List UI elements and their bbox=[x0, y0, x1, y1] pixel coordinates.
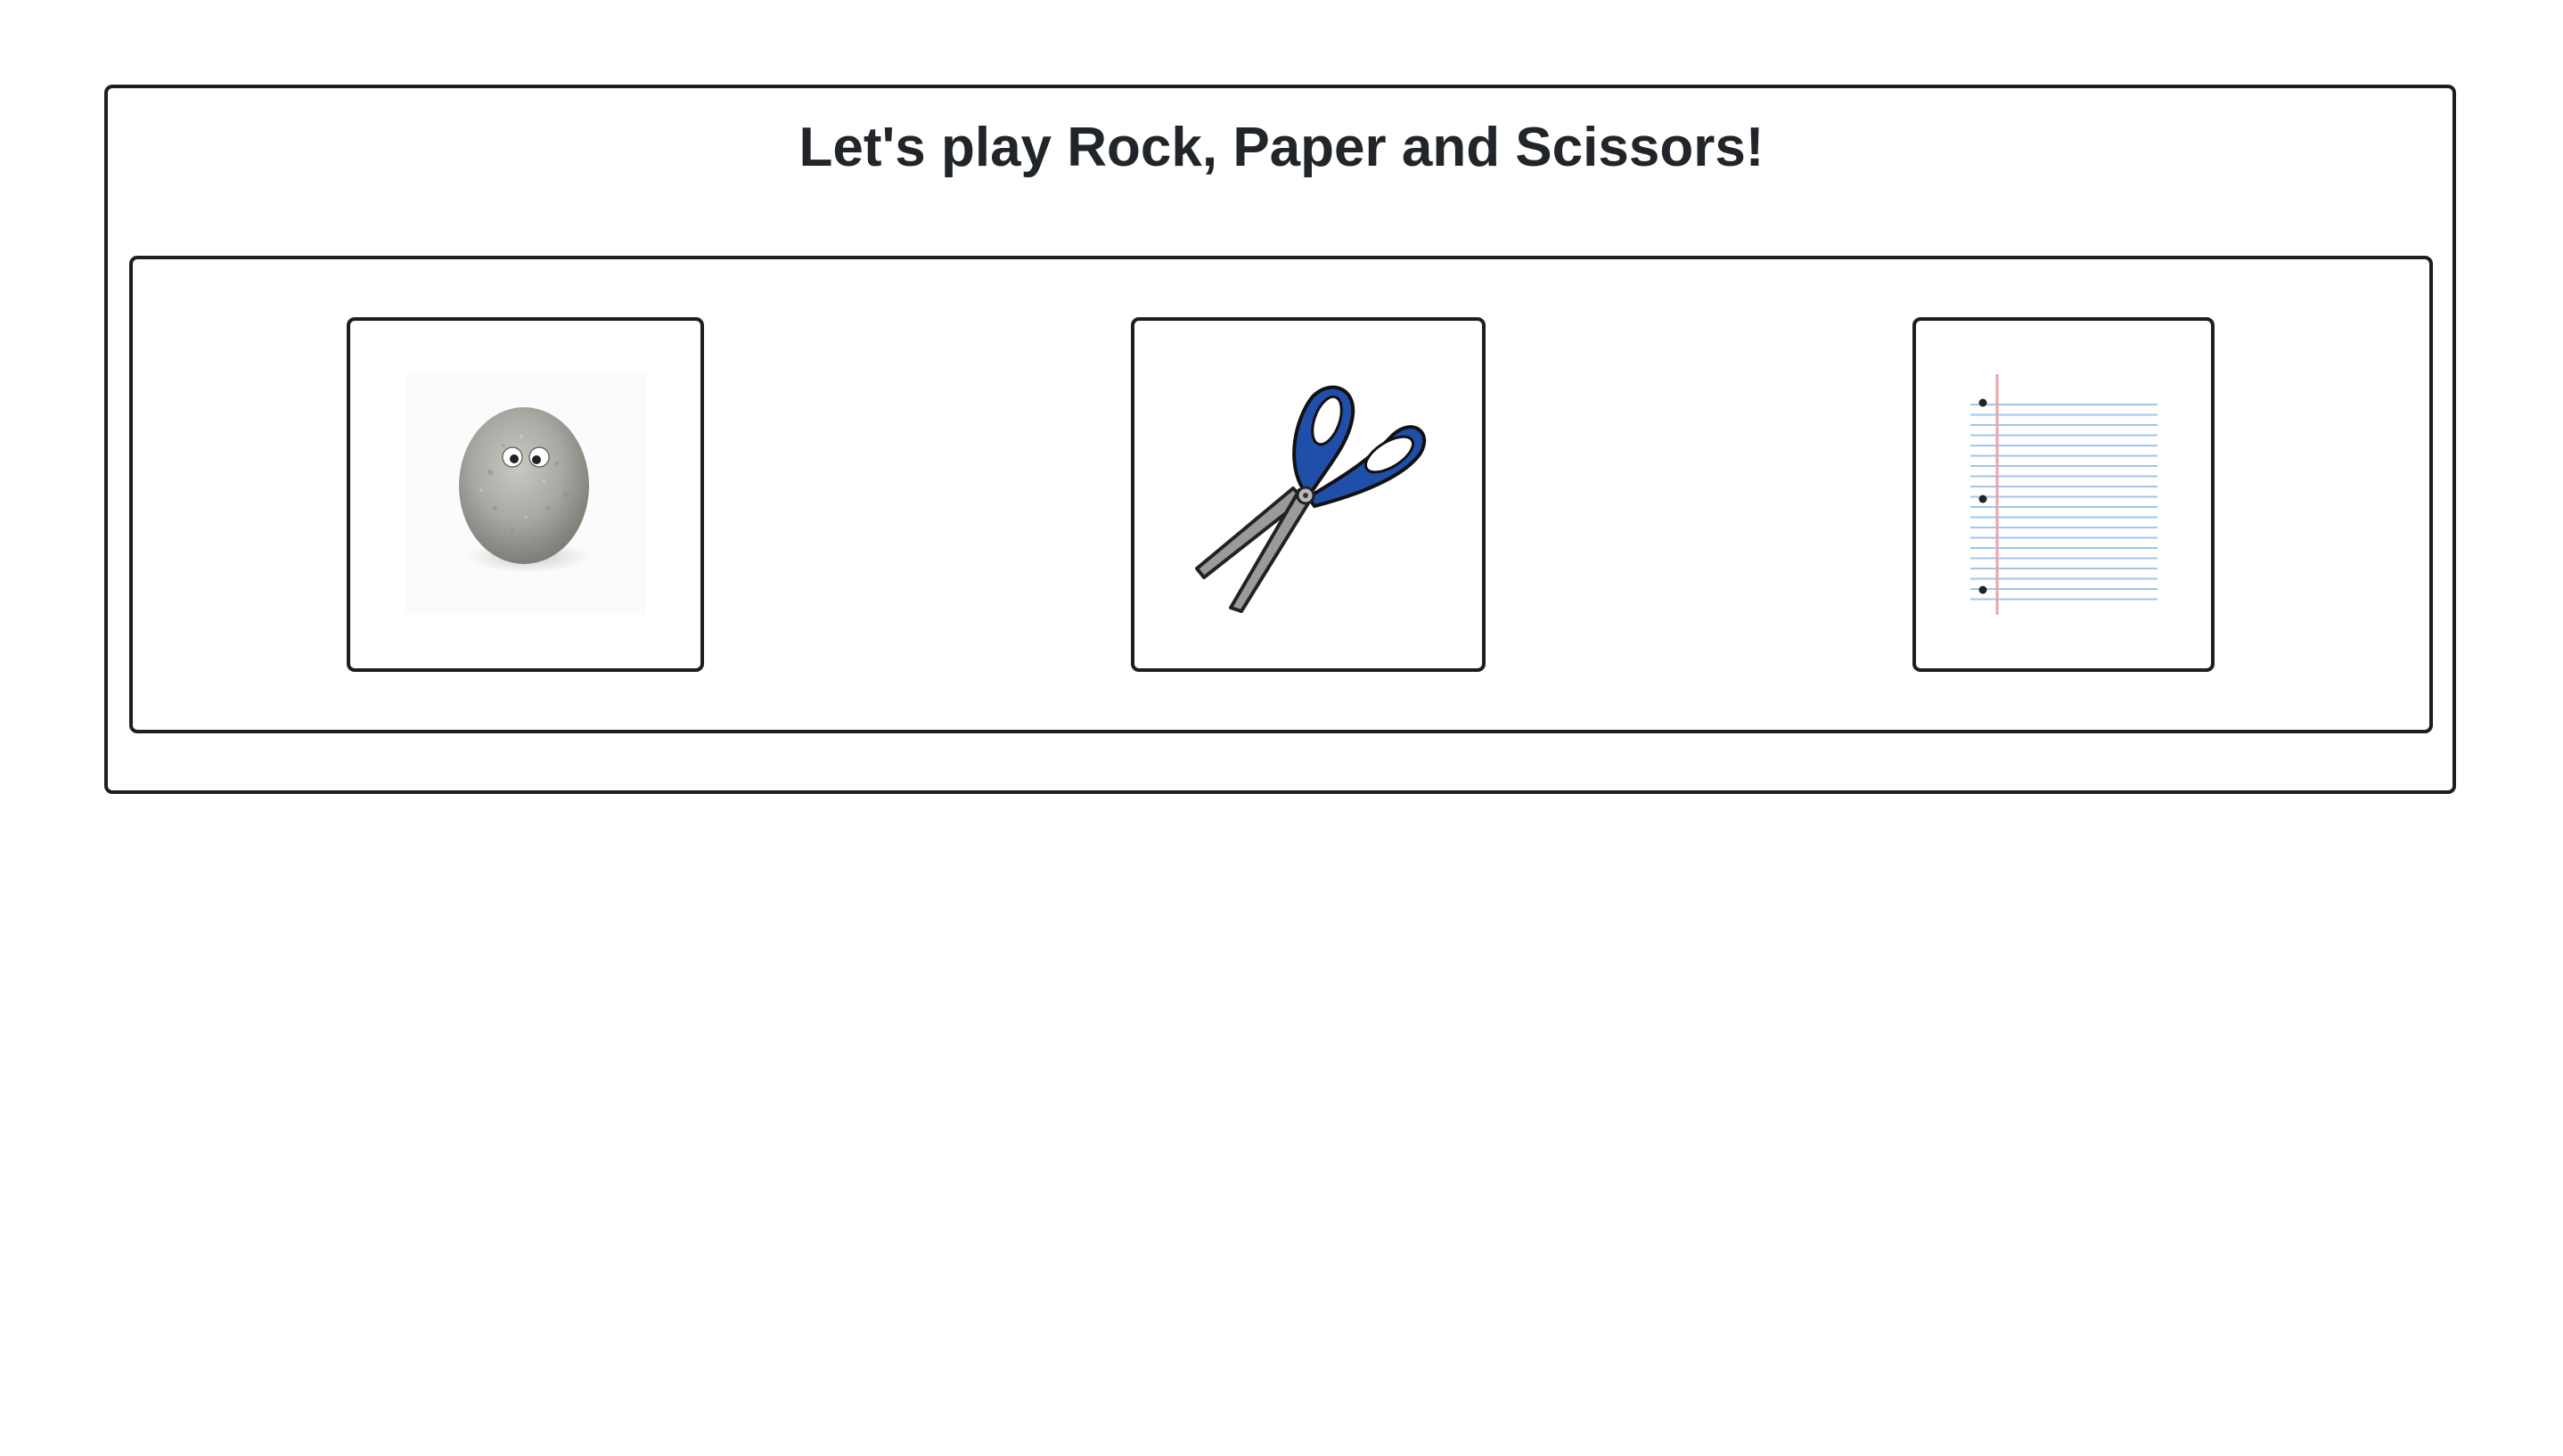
scissors-icon bbox=[1195, 385, 1427, 613]
choice-rock-button[interactable]: rock bbox=[347, 317, 704, 672]
choice-scissors-button[interactable]: scissors bbox=[1131, 317, 1486, 672]
rock-icon bbox=[405, 374, 646, 615]
choice-paper-button[interactable]: paper bbox=[1912, 317, 2215, 672]
paper-icon bbox=[1969, 374, 2158, 615]
page-title: Let's play Rock, Paper and Scissors! bbox=[798, 117, 1765, 178]
